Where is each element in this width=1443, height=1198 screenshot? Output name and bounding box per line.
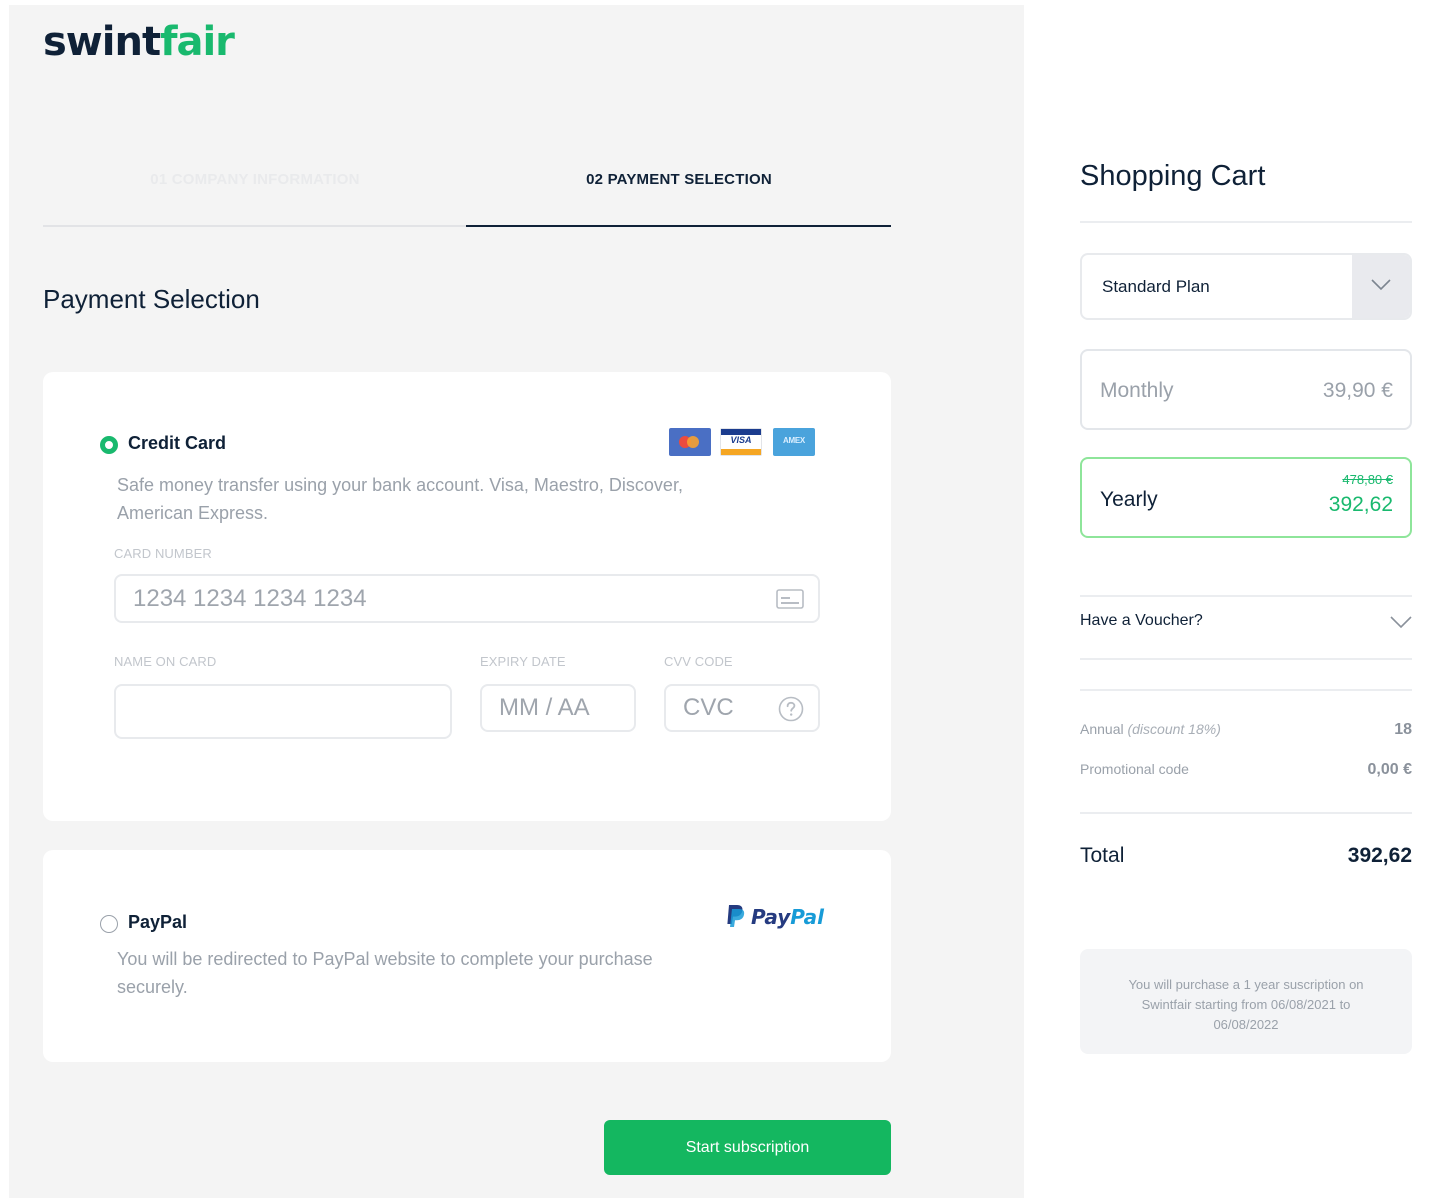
annual-label: Annual [1080,721,1124,737]
yearly-price: 392,62 [1328,493,1393,516]
total-row: Total 392,62 [1080,844,1412,868]
annual-value: 18 [1394,721,1412,738]
paypal-option[interactable]: PayPal PayPal You will be redirected to … [43,850,891,1062]
annual-discount-row: Annual (discount 18%) 18 [1080,721,1412,738]
yearly-old-price: 478,80 € [1342,472,1393,487]
checkout-steps: 01 COMPANY INFORMATION 02 PAYMENT SELECT… [43,165,891,227]
credit-card-radio[interactable] [100,436,118,454]
card-number-input[interactable] [133,576,625,621]
annual-discount-note: (discount 18%) [1127,721,1221,737]
visa-icon: VISA [720,428,762,456]
card-icon [776,589,804,609]
mastercard-icon [669,428,711,456]
paypal-radio[interactable] [100,915,118,933]
monthly-plan-option[interactable]: Monthly 39,90 € [1080,349,1412,430]
card-number-label: CARD NUMBER [114,546,212,561]
cvv-code-field[interactable] [664,684,820,732]
yearly-label: Yearly [1100,488,1158,511]
total-value: 392,62 [1347,844,1412,867]
promo-label: Promotional code [1080,761,1189,777]
plan-select[interactable]: Standard Plan [1080,253,1412,320]
step-payment-selection[interactable]: 02 PAYMENT SELECTION [467,171,891,188]
plan-select-toggle[interactable] [1352,255,1410,318]
page-title: Payment Selection [43,284,260,314]
cvv-code-input[interactable] [683,686,767,730]
cvv-code-label: CVV CODE [664,654,733,669]
start-subscription-button[interactable]: Start subscription [604,1120,891,1175]
step-company-information[interactable]: 01 COMPANY INFORMATION [43,171,467,188]
summary-divider-top [1080,689,1412,691]
expiry-date-field[interactable] [480,684,636,732]
total-divider [1080,812,1412,814]
chevron-down-icon [1390,616,1412,629]
amex-icon: AMEX [773,428,815,456]
expiry-date-input[interactable] [499,686,606,730]
plan-select-value: Standard Plan [1102,277,1210,296]
cart-divider [1080,221,1412,223]
yearly-plan-option[interactable]: Yearly 478,80 € 392,62 [1080,457,1412,538]
total-label: Total [1080,844,1125,867]
voucher-toggle[interactable]: Have a Voucher? [1080,612,1412,630]
paypal-logo: PayPal [725,904,824,929]
voucher-label: Have a Voucher? [1080,612,1203,629]
paypal-title: PayPal [128,912,188,932]
credit-card-title: Credit Card [128,433,227,453]
active-step-indicator [466,225,891,227]
voucher-divider-bottom [1080,658,1412,660]
name-on-card-input[interactable] [133,686,367,737]
chevron-down-icon [1371,279,1391,291]
monthly-price: 39,90 € [1322,379,1393,402]
help-icon[interactable] [778,696,804,722]
name-on-card-label: NAME ON CARD [114,654,217,669]
promo-value: 0,00 € [1367,761,1412,778]
monthly-label: Monthly [1100,379,1174,402]
paypal-description: You will be redirected to PayPal website… [117,949,653,997]
promo-code-row: Promotional code 0,00 € [1080,761,1412,778]
checkout-panel: swintfair 01 COMPANY INFORMATION 02 PAYM… [9,5,1024,1198]
name-on-card-field[interactable] [114,684,452,739]
voucher-divider-top [1080,595,1412,597]
swintfair-logo[interactable]: swintfair [43,19,235,65]
credit-card-description: Safe money transfer using your bank acco… [117,475,683,523]
cart-title: Shopping Cart [1080,160,1266,192]
paypal-icon [727,905,745,927]
subscription-notice: You will purchase a 1 year suscription o… [1080,949,1412,1054]
card-number-field[interactable] [114,574,820,623]
credit-card-option[interactable]: Credit Card VISA AMEX Safe money transfe… [43,372,891,821]
expiry-date-label: EXPIRY DATE [480,654,566,669]
